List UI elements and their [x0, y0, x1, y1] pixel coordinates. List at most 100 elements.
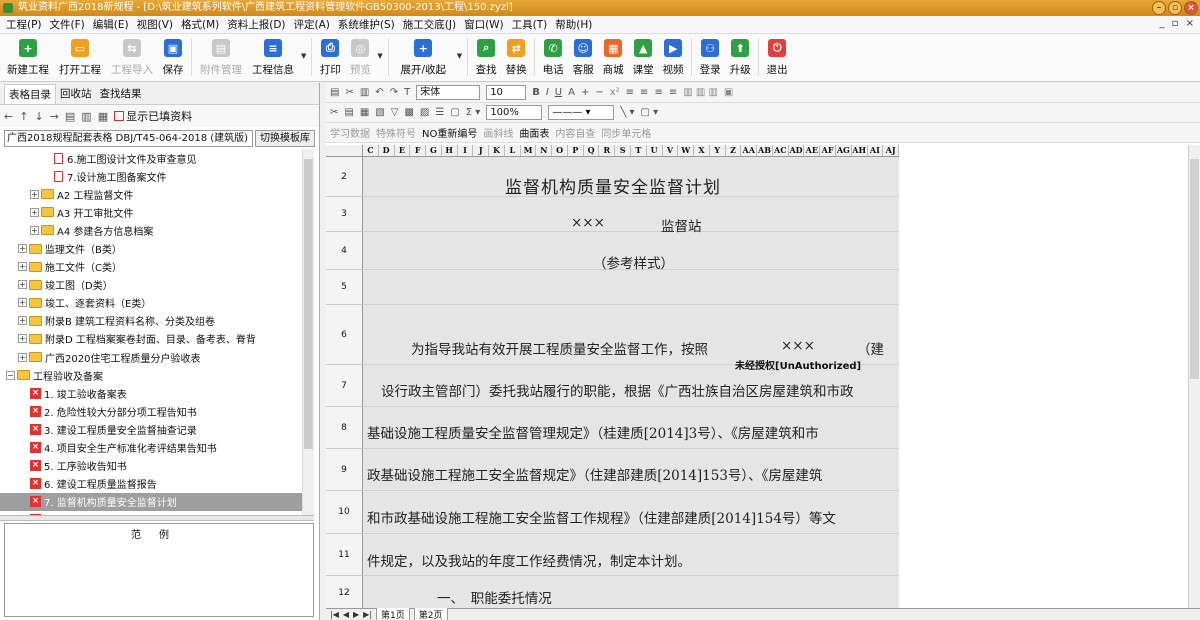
column-header[interactable]: Q — [584, 145, 600, 156]
sheet-vertical-scrollbar[interactable] — [1188, 145, 1200, 611]
sheet-corner[interactable] — [326, 145, 363, 157]
para-line-11[interactable]: 件规定，以及我站的年度工作经费情况，制定本计划。 — [367, 550, 691, 570]
merge-cells-icon[interactable]: ▣ — [724, 87, 733, 98]
toolbar-button-0[interactable]: + 新建工程 — [2, 34, 54, 80]
menu-item-3[interactable]: 视图(V) — [133, 17, 177, 32]
toolbar-button-5[interactable]: ≡ 工程信息 — [247, 34, 299, 80]
tree-node[interactable]: × 6. 建设工程质量监督报告 — [0, 475, 314, 493]
border-icon[interactable]: ▢ — [450, 107, 459, 118]
mdi-window-controls[interactable]: _ ▫ × — [1159, 18, 1196, 29]
arrow-right-icon[interactable]: → — [50, 110, 59, 123]
column-header[interactable]: AH — [852, 145, 868, 156]
first-page-icon[interactable]: |◀ — [330, 610, 339, 619]
toolbar-button-15[interactable]: ▶ 视频 — [658, 34, 688, 80]
row-header[interactable]: 12 — [326, 576, 363, 611]
self-check-button[interactable]: 内容自查 — [555, 125, 595, 140]
maximize-button[interactable]: ▫ — [1168, 1, 1182, 15]
column-header[interactable]: E — [395, 145, 411, 156]
align-center-icon[interactable]: ≡ — [640, 87, 648, 98]
toolbar-button-17[interactable]: ⬆ 升级 — [725, 34, 755, 80]
delete-row-icon[interactable]: ▧ — [375, 107, 384, 118]
close-button[interactable]: × — [1184, 1, 1198, 15]
tree-node[interactable]: × 5. 工序验收告知书 — [0, 457, 314, 475]
column-header[interactable]: U — [647, 145, 663, 156]
plus-icon[interactable]: + — [581, 87, 589, 98]
tree-node[interactable]: − 工程验收及备案 — [0, 366, 314, 384]
menu-item-6[interactable]: 评定(A) — [290, 17, 334, 32]
switch-template-button[interactable]: 切换模板库 — [255, 129, 315, 147]
tree-node[interactable]: × 1. 竣工验收备案表 — [0, 384, 314, 402]
prev-page-icon[interactable]: ◀ — [343, 610, 349, 619]
menu-item-8[interactable]: 施工交底(J) — [399, 17, 460, 32]
toolbar-button-14[interactable]: ▲ 课堂 — [628, 34, 658, 80]
minus-icon[interactable]: − — [595, 87, 603, 98]
list-icon[interactable]: ▦ — [98, 110, 108, 123]
column-header[interactable]: V — [663, 145, 679, 156]
diagonal-line-button[interactable]: 画斜线 — [483, 125, 513, 140]
row-header[interactable]: 9 — [326, 449, 363, 491]
menu-item-11[interactable]: 帮助(H) — [551, 17, 596, 32]
para-line-7[interactable]: 设行政主管部门）委托我站履行的职能，根据《广西壮族自治区房屋建筑和市政 — [381, 380, 854, 400]
align-right-icon[interactable]: ≡ — [654, 87, 662, 98]
line-spacing-icon[interactable]: ☰ — [435, 107, 444, 118]
column-header[interactable]: D — [379, 145, 395, 156]
table-cut-icon[interactable]: ✂ — [330, 107, 338, 118]
paste-icon[interactable]: ▥ — [81, 110, 91, 123]
justify-icon[interactable]: ≡ — [669, 87, 677, 98]
draw-line-icon[interactable]: ╲ ▾ — [620, 107, 634, 118]
tab-recycle-bin[interactable]: 回收站 — [56, 84, 96, 103]
toolbar-button-12[interactable]: ☺ 客服 — [568, 34, 598, 80]
copy-format-icon[interactable]: ▤ — [330, 87, 339, 98]
column-header[interactable]: Y — [710, 145, 726, 156]
dept-placeholder[interactable]: ××× — [781, 338, 815, 354]
column-header[interactable]: AB — [757, 145, 773, 156]
form-paper[interactable]: 监督机构质量安全监督计划 ××× 监督站 （参考样式） 为指导我站有效开展工程质… — [363, 157, 899, 611]
row-header[interactable]: 4 — [326, 232, 363, 270]
tree-node[interactable]: 7.设计施工图备案文件 — [0, 167, 314, 185]
menu-item-2[interactable]: 编辑(E) — [89, 17, 133, 32]
toolbar-button-11[interactable]: ✆ 电话 — [538, 34, 568, 80]
sheet-scroll-thumb[interactable] — [1190, 159, 1199, 379]
menu-item-9[interactable]: 窗口(W) — [460, 17, 508, 32]
tab-search-results[interactable]: 查找结果 — [96, 84, 146, 103]
learn-data-button[interactable]: 学习数据 — [330, 125, 370, 140]
toolbar-button-16[interactable]: ⚇ 登录 — [695, 34, 725, 80]
toolbar-button-18[interactable]: ⏻ 退出 — [762, 34, 792, 80]
sync-cells-button[interactable]: 同步单元格 — [601, 125, 651, 140]
column-header[interactable]: P — [568, 145, 584, 156]
para-line-10[interactable]: 和市政基础设施工程施工安全监督工作规程》（住建部建质[2014]154号）等文 — [367, 507, 836, 527]
dropdown-arrow-icon[interactable]: ▼ — [375, 52, 384, 60]
column-header[interactable]: AE — [804, 145, 821, 156]
minimize-button[interactable]: – — [1152, 1, 1166, 15]
toolbar-button-8[interactable]: + 展开/收起 — [392, 34, 455, 80]
column-header[interactable]: L — [505, 145, 521, 156]
expand-icon[interactable]: + — [18, 352, 27, 362]
column-header[interactable]: K — [489, 145, 505, 156]
sum-icon[interactable]: Σ ▾ — [466, 107, 481, 118]
column-header[interactable]: AF — [820, 145, 836, 156]
next-page-icon[interactable]: ▶ — [353, 610, 359, 619]
curve-table-button[interactable]: 曲面表 — [519, 125, 549, 140]
column-header[interactable]: H — [442, 145, 458, 156]
column-header[interactable]: J — [473, 145, 490, 156]
superscript-icon[interactable]: x² — [610, 87, 620, 98]
form-title[interactable]: 监督机构质量安全监督计划 — [505, 173, 721, 198]
expand-icon[interactable]: + — [18, 262, 27, 272]
undo-icon[interactable]: ↶ — [375, 87, 383, 98]
font-size-select[interactable]: 10 — [486, 85, 527, 100]
tree-node[interactable]: × 7. 监督机构质量安全监督计划 — [0, 492, 314, 511]
para-line-6a[interactable]: 为指导我站有效开展工程质量安全监督工作，按照 — [411, 338, 708, 358]
tree-node[interactable]: + 竣工图（D类） — [0, 276, 314, 294]
column-header[interactable]: Z — [726, 145, 742, 156]
menu-item-5[interactable]: 资料上报(D) — [223, 17, 289, 32]
standard-combo[interactable]: 广西2018规程配套表格 DBJ/T45-064-2018 (建筑版) — [4, 129, 253, 147]
tree-node[interactable]: 6.施工图设计文件及审查意见 — [0, 149, 314, 167]
column-header[interactable]: AI — [868, 145, 884, 156]
dropdown-arrow-icon[interactable]: ▼ — [299, 52, 308, 60]
line-style-select[interactable]: ——— ▾ — [548, 105, 615, 120]
column-header[interactable]: R — [599, 145, 616, 156]
tree-node[interactable]: + 竣工、逐套资料（E类） — [0, 294, 314, 312]
toolbar-button-9[interactable]: ⌕ 查找 — [471, 34, 501, 80]
row-header[interactable]: 10 — [326, 491, 363, 534]
toolbar-button-13[interactable]: ▦ 商城 — [598, 34, 628, 80]
